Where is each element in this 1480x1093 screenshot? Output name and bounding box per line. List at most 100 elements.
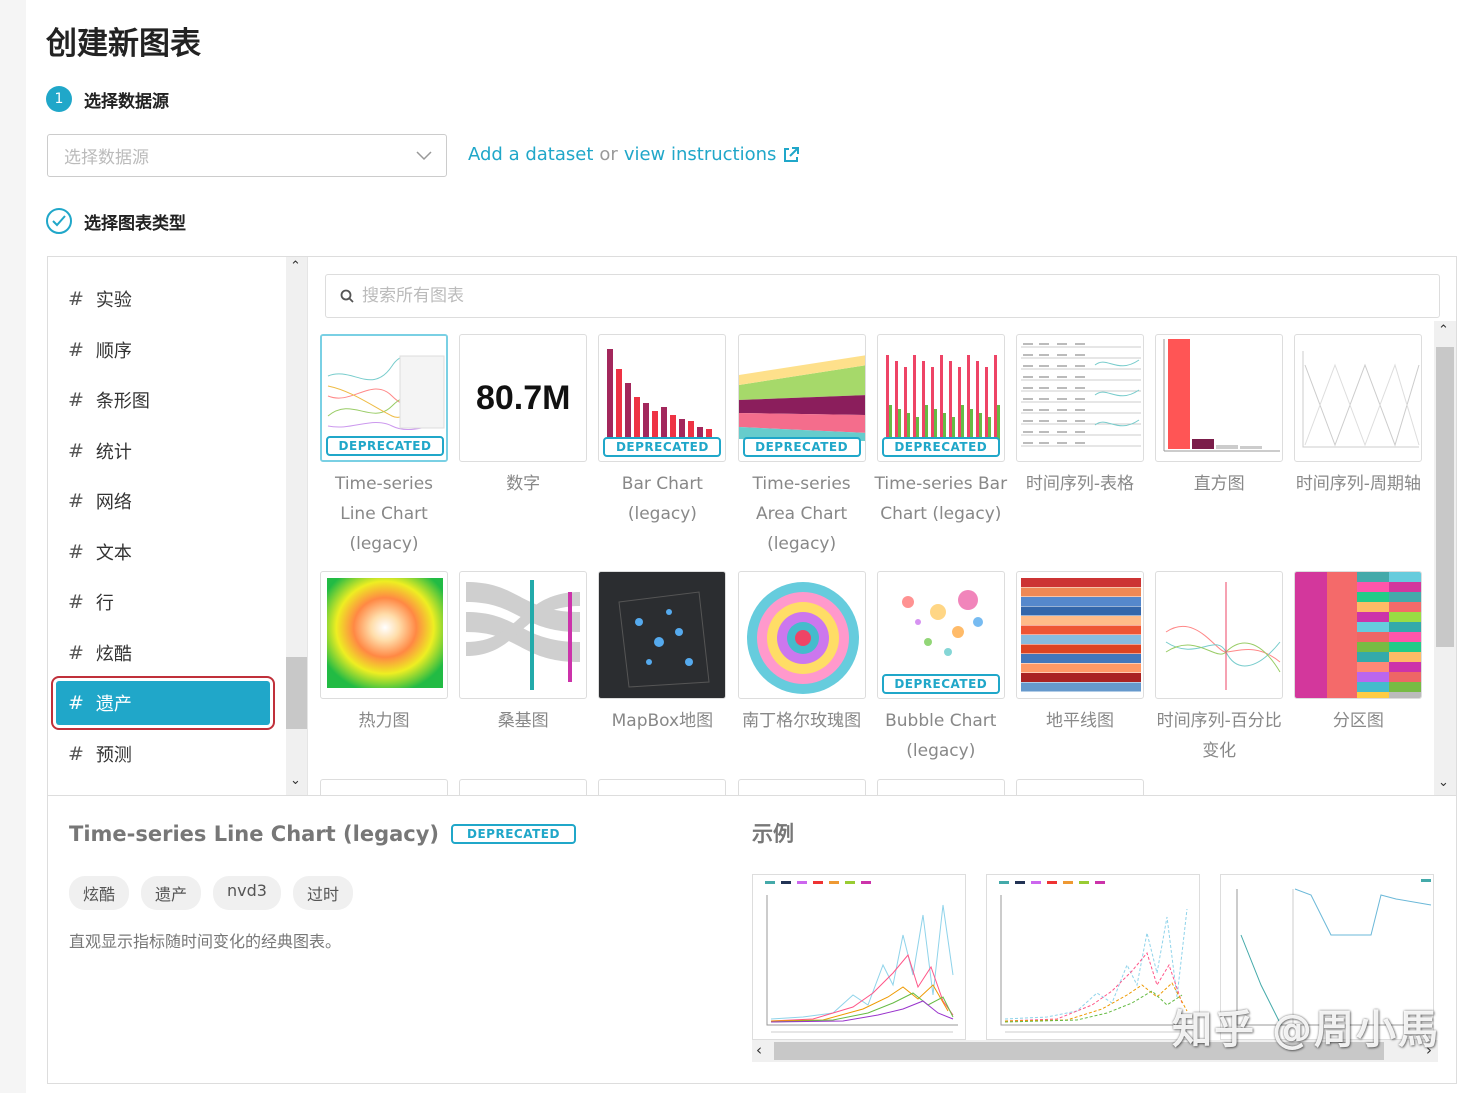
- step-number-badge: 1: [46, 86, 72, 112]
- category-item[interactable]: # 网络: [56, 479, 270, 523]
- chart-card[interactable]: [598, 571, 727, 699]
- scrollbar-thumb[interactable]: [1436, 347, 1454, 647]
- chart-card[interactable]: DEPRECATED: [598, 334, 727, 462]
- category-scrollbar[interactable]: ⌃ ⌄: [286, 257, 307, 795]
- chart-card[interactable]: [1155, 334, 1284, 462]
- chart-search[interactable]: [325, 274, 1440, 318]
- scroll-up-icon[interactable]: ⌃: [290, 259, 301, 274]
- chart-thumbnail: [1163, 339, 1281, 452]
- add-dataset-link[interactable]: Add a dataset: [468, 144, 593, 165]
- datasource-placeholder: 选择数据源: [64, 148, 149, 168]
- hash-icon: #: [68, 490, 84, 512]
- chart-label[interactable]: 时间序列-百分比变化: [1150, 706, 1288, 766]
- chart-label[interactable]: Time-series Bar Chart (legacy): [872, 469, 1010, 529]
- chart-type-panel: #实验 #顺序 #条形图 #统计 # 网络 # 文本 #行 #炫酷#遗产#预测 ⌃ ⌄ DEPRE…: [47, 256, 1457, 1084]
- chart-label[interactable]: MapBox地图: [593, 706, 731, 736]
- chart-card[interactable]: DEPRECATED: [320, 334, 448, 462]
- chart-label[interactable]: 桑基图: [454, 706, 592, 736]
- deprecated-badge: DEPRECATED: [881, 437, 1000, 457]
- chart-card[interactable]: 80.7M: [459, 334, 588, 462]
- scroll-left-icon[interactable]: ‹: [756, 1041, 762, 1059]
- chart-thumbnail: [1302, 351, 1420, 448]
- chart-card[interactable]: [737, 571, 866, 699]
- scrollbar-thumb[interactable]: [286, 657, 307, 729]
- chart-card[interactable]: DEPRECATED: [876, 334, 1005, 462]
- chart-label[interactable]: Bubble Chart (legacy): [872, 706, 1010, 766]
- chart-thumbnail: [1165, 582, 1281, 690]
- chart-card[interactable]: [1294, 334, 1423, 462]
- hash-icon: #: [68, 540, 84, 563]
- chart-label[interactable]: 热力图: [318, 706, 453, 736]
- chart-card[interactable]: [459, 571, 588, 699]
- chart-card[interactable]: [1155, 571, 1284, 699]
- chart-card[interactable]: [320, 571, 448, 699]
- tag[interactable]: nvd3: [213, 876, 281, 910]
- category-item[interactable]: # 条形图: [56, 378, 270, 422]
- category-item[interactable]: # 顺序: [56, 328, 270, 372]
- chart-card[interactable]: [737, 779, 866, 795]
- examples-title: 示例: [752, 822, 794, 846]
- category-label: 遗产: [95, 694, 132, 715]
- chart-thumbnail: [746, 582, 859, 694]
- chart-thumbnail: [1021, 343, 1141, 447]
- chart-card[interactable]: DEPRECATED: [737, 334, 866, 462]
- chart-label[interactable]: Bar Chart (legacy): [593, 469, 731, 529]
- search-input[interactable]: [362, 286, 1262, 306]
- category-label: 文本: [95, 542, 132, 564]
- example-image[interactable]: [752, 874, 966, 1040]
- chart-card[interactable]: [876, 779, 1005, 795]
- scroll-down-icon[interactable]: ⌄: [290, 773, 301, 788]
- chart-label[interactable]: Time-series Area Chart (legacy): [733, 469, 871, 559]
- or-text: or: [599, 144, 618, 165]
- category-label: 预测: [95, 744, 132, 766]
- details-description: 直观显示指标随时间变化的经典图表。: [69, 932, 342, 951]
- chart-label[interactable]: 时间序列-表格: [1011, 469, 1149, 499]
- chart-label[interactable]: 分区图: [1289, 706, 1427, 736]
- category-item[interactable]: # 预测: [56, 732, 270, 776]
- chart-label[interactable]: 地平线图: [1011, 706, 1149, 736]
- watermark: 知乎 @周小馬: [1172, 1007, 1440, 1053]
- chart-thumbnail: [1295, 572, 1422, 698]
- category-item[interactable]: # 文本: [56, 530, 270, 574]
- chart-card[interactable]: [1016, 571, 1144, 699]
- chart-card[interactable]: [1016, 334, 1144, 462]
- chart-card[interactable]: [320, 779, 448, 795]
- chart-thumbnail: [599, 572, 726, 698]
- tag[interactable]: 炫酷: [69, 876, 130, 910]
- deprecated-badge: DEPRECATED: [742, 437, 861, 457]
- search-icon: [340, 289, 354, 303]
- tag-list: 炫酷 遗产 nvd3 过时: [69, 876, 353, 910]
- chart-card[interactable]: [598, 779, 727, 795]
- category-item[interactable]: # 遗产: [51, 676, 275, 730]
- view-instructions-link[interactable]: view instructions: [624, 144, 777, 165]
- category-item[interactable]: # 统计: [56, 429, 270, 473]
- step-choose-chart-type: 选择图表类型: [46, 208, 186, 234]
- datasource-select[interactable]: 选择数据源: [47, 134, 447, 177]
- chart-card[interactable]: [459, 779, 588, 795]
- external-link-icon[interactable]: [782, 146, 800, 164]
- category-item[interactable]: # 炫酷: [56, 631, 270, 675]
- scroll-down-icon[interactable]: ⌄: [1438, 775, 1449, 790]
- category-label: 网络: [95, 492, 132, 513]
- gallery-scrollbar[interactable]: ⌃ ⌄: [1434, 321, 1456, 795]
- chart-card[interactable]: [1294, 571, 1423, 699]
- tag[interactable]: 过时: [292, 876, 353, 910]
- tag[interactable]: 遗产: [141, 876, 202, 910]
- chart-label[interactable]: Time-series Line Chart (legacy): [318, 469, 453, 559]
- category-label: 条形图: [95, 391, 150, 412]
- scroll-up-icon[interactable]: ⌃: [1438, 323, 1449, 338]
- step-label: 选择图表类型: [84, 213, 186, 234]
- example-image[interactable]: [986, 874, 1200, 1040]
- deprecated-badge: DEPRECATED: [603, 437, 722, 457]
- chart-card[interactable]: [1016, 779, 1144, 795]
- category-item[interactable]: # 行: [56, 580, 270, 624]
- chart-label[interactable]: 南丁格尔玫瑰图: [733, 706, 871, 736]
- chevron-down-icon: [416, 150, 432, 160]
- chart-label[interactable]: 时间序列-周期轴: [1289, 469, 1427, 499]
- chart-label[interactable]: 直方图: [1150, 469, 1288, 499]
- chart-label[interactable]: 数字: [454, 469, 592, 499]
- category-item[interactable]: # 实验: [56, 277, 270, 321]
- step-label: 选择数据源: [84, 91, 169, 112]
- chart-card[interactable]: DEPRECATED: [876, 571, 1005, 699]
- deprecated-badge: DEPRECATED: [881, 674, 1000, 694]
